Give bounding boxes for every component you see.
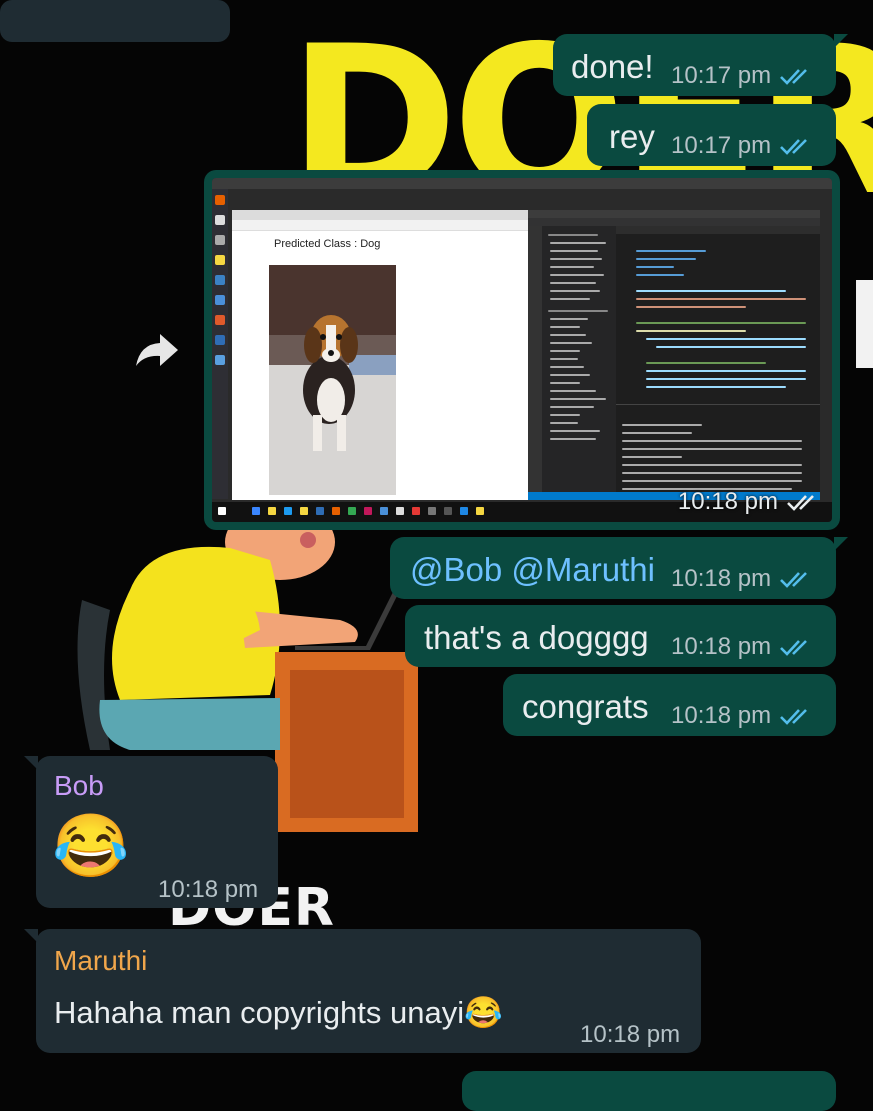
message-text: Hahaha man copyrights unayi😂: [54, 995, 503, 1030]
predicted-class-label: Predicted Class : Dog: [274, 238, 381, 250]
sender-name[interactable]: Maruthi: [54, 945, 147, 977]
message-bubble[interactable]: Bob 😂 10:18 pm: [24, 756, 278, 908]
message-text: congrats: [522, 688, 649, 725]
message-meta: 10:17 pm: [671, 62, 813, 90]
screenshot-image[interactable]: Predicted Class : Dog: [212, 178, 832, 522]
read-double-check-icon: [787, 495, 814, 511]
message-text: rey: [609, 118, 655, 155]
image-message[interactable]: Predicted Class : Dog 10:18 pm: [204, 170, 840, 530]
message-meta: 10:18 pm: [158, 876, 258, 904]
message-time: 10:18 pm: [671, 702, 772, 729]
browser-window: Predicted Class : Dog: [232, 210, 532, 500]
message-meta: 10:18 pm: [671, 565, 813, 593]
read-double-check-icon: [780, 640, 807, 656]
message-time: 10:17 pm: [671, 132, 772, 159]
next-message-bubble[interactable]: [462, 1071, 836, 1111]
read-double-check-icon: [780, 709, 807, 725]
forward-arrow-icon[interactable]: [134, 330, 180, 370]
message-bubble[interactable]: that's a dogggg 10:18 pm: [405, 605, 836, 667]
laughing-emoji: 😂: [52, 812, 130, 881]
message-meta: 10:17 pm: [671, 132, 813, 160]
read-double-check-icon: [780, 572, 807, 588]
message-bubble[interactable]: Maruthi Hahaha man copyrights unayi😂 10:…: [24, 929, 701, 1053]
message-time: 10:18 pm: [671, 633, 772, 660]
message-text: that's a dogggg: [424, 619, 649, 656]
read-double-check-icon: [780, 139, 807, 155]
message-time: 10:18 pm: [580, 1021, 681, 1048]
os-top-bar: [212, 178, 832, 189]
message-time: 10:18 pm: [158, 876, 259, 903]
mention-text[interactable]: @Bob @Maruthi: [410, 553, 655, 586]
read-double-check-icon: [780, 69, 807, 85]
wallpaper-side-letter: E: [845, 268, 873, 388]
code-editor-window: [528, 210, 820, 500]
dog-photo: [269, 265, 396, 495]
message-bubble[interactable]: @Bob @Maruthi 10:18 pm: [390, 537, 848, 599]
message-text: done!: [571, 48, 654, 85]
message-meta: 10:18 pm: [671, 702, 813, 730]
os-launcher: [212, 189, 228, 499]
sender-name[interactable]: Bob: [54, 770, 104, 802]
message-meta: 10:18 pm: [678, 488, 820, 516]
message-time: 10:18 pm: [671, 565, 772, 592]
message-time: 10:17 pm: [671, 62, 772, 89]
message-bubble[interactable]: done! 10:17 pm: [553, 34, 848, 96]
message-meta: 10:18 pm: [580, 1021, 680, 1049]
message-meta: 10:18 pm: [671, 633, 813, 661]
message-time: 10:18 pm: [677, 488, 778, 515]
message-bubble[interactable]: congrats 10:18 pm: [503, 674, 836, 736]
message-bubble[interactable]: rey 10:17 pm: [587, 104, 836, 166]
